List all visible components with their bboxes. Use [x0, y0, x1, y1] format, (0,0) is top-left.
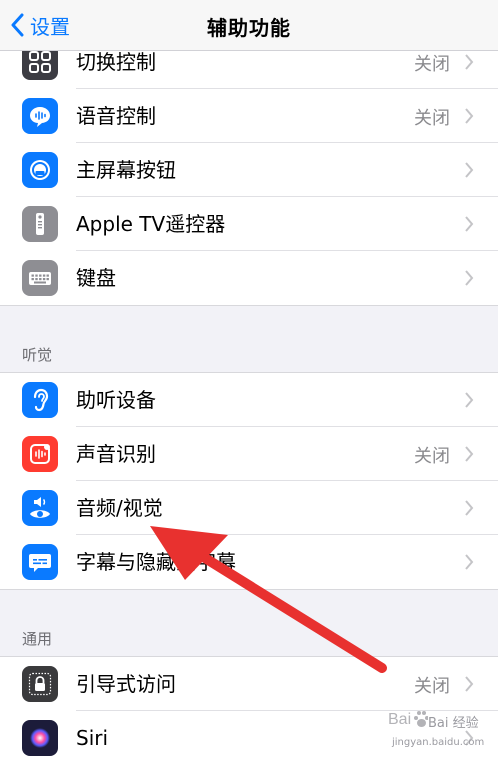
row-sound-recognition[interactable]: 声音识别 关闭: [0, 427, 498, 481]
chevron-right-icon: [465, 216, 474, 232]
row-label: 声音识别: [76, 442, 156, 466]
row-value: 关闭: [414, 108, 450, 129]
row-keyboard[interactable]: 键盘: [0, 251, 498, 305]
row-label: 语音控制: [76, 104, 156, 128]
group-interaction: 切换控制 关闭 语音控制 关闭 主屏幕按钮 Apple TV遥控器 键盘: [0, 34, 498, 306]
watermark-text: Bai 经验: [428, 716, 479, 731]
chevron-right-icon: [465, 446, 474, 462]
siri-icon: [22, 720, 58, 756]
chevron-right-icon: [465, 108, 474, 124]
chevron-right-icon: [465, 162, 474, 178]
chevron-right-icon: [465, 54, 474, 70]
row-value: 关闭: [414, 446, 450, 467]
audio-visual-icon: [22, 490, 58, 526]
row-subtitles[interactable]: 字幕与隐藏式字幕: [0, 535, 498, 589]
row-value: 关闭: [414, 676, 450, 697]
ear-icon: [22, 382, 58, 418]
row-label: 切换控制: [76, 50, 156, 74]
row-voice-control[interactable]: 语音控制 关闭: [0, 89, 498, 143]
navigation-bar: 设置 辅助功能: [0, 0, 498, 51]
section-header-hearing: 听觉: [22, 346, 53, 364]
watermark-url: jingyan.baidu.com: [392, 737, 485, 748]
row-label: 引导式访问: [76, 672, 176, 696]
row-apple-tv-remote[interactable]: Apple TV遥控器: [0, 197, 498, 251]
chevron-right-icon: [465, 270, 474, 286]
subtitles-icon: [22, 544, 58, 580]
group-hearing: 助听设备 声音识别 关闭 音频/视觉 字幕与隐藏式字幕: [0, 372, 498, 590]
section-header-general: 通用: [22, 630, 53, 648]
row-label: 助听设备: [76, 388, 156, 412]
row-hearing-devices[interactable]: 助听设备: [0, 373, 498, 427]
row-label: 字幕与隐藏式字幕: [76, 550, 236, 574]
row-value: 关闭: [414, 54, 450, 75]
row-label: Siri: [76, 726, 109, 750]
sound-recognition-icon: [22, 436, 58, 472]
home-button-icon: [22, 152, 58, 188]
row-label: Apple TV遥控器: [76, 212, 226, 236]
lock-icon: [22, 666, 58, 702]
remote-icon: [22, 206, 58, 242]
chevron-right-icon: [465, 392, 474, 408]
chevron-right-icon: [465, 500, 474, 516]
row-guided-access[interactable]: 引导式访问 关闭: [0, 657, 498, 711]
row-home-button[interactable]: 主屏幕按钮: [0, 143, 498, 197]
row-label: 主屏幕按钮: [76, 158, 176, 182]
svg-text:Bai: Bai: [388, 711, 411, 728]
row-label: 音频/视觉: [76, 496, 163, 520]
row-label: 键盘: [76, 266, 116, 290]
keyboard-icon: [22, 260, 58, 296]
voice-control-icon: [22, 98, 58, 134]
chevron-right-icon: [465, 554, 474, 570]
chevron-right-icon: [465, 676, 474, 692]
baidu-paw-logo-icon: Bai: [388, 711, 428, 728]
page-title: 辅助功能: [207, 16, 291, 40]
row-audio-visual[interactable]: 音频/视觉: [0, 481, 498, 535]
